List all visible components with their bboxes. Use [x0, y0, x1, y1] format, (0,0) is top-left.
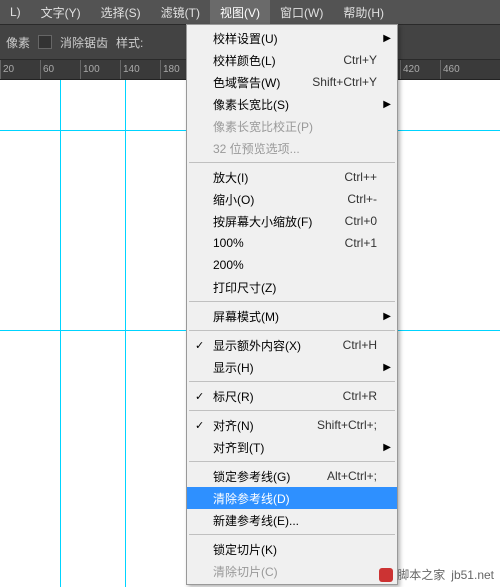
ruler-tick: 60: [40, 60, 80, 79]
menu-item-shortcut: Ctrl+1: [345, 236, 377, 250]
menu-item-label: 缩小(O): [213, 191, 347, 208]
menu-item-label: 显示(H): [213, 359, 377, 376]
menu-item-shortcut: Ctrl+0: [345, 214, 377, 228]
menu-item[interactable]: 200%: [187, 254, 397, 276]
menu-item-shortcut: Shift+Ctrl+Y: [312, 75, 377, 89]
menu-item-label: 标尺(R): [213, 388, 343, 405]
submenu-arrow-icon: ▶: [383, 362, 391, 373]
vertical-guide[interactable]: [60, 80, 61, 587]
ruler-tick: 140: [120, 60, 160, 79]
menu-item-label: 锁定切片(K): [213, 541, 377, 558]
ruler-tick: 20: [0, 60, 40, 79]
menu-separator: [189, 162, 395, 163]
menu-item[interactable]: 校样设置(U) ▶: [187, 27, 397, 49]
menu-item[interactable]: 100%Ctrl+1: [187, 232, 397, 254]
check-icon: ✓: [195, 390, 204, 403]
menu-item-label: 色域警告(W): [213, 74, 312, 91]
menubar-item[interactable]: 选择(S): [91, 0, 151, 25]
submenu-arrow-icon: ▶: [383, 442, 391, 453]
menubar-item[interactable]: 帮助(H): [333, 0, 394, 25]
antialias-checkbox[interactable]: [38, 35, 52, 49]
menu-separator: [189, 534, 395, 535]
check-icon: ✓: [195, 419, 204, 432]
menu-item-label: 显示额外内容(X): [213, 337, 343, 354]
menu-item[interactable]: ✓ 标尺(R)Ctrl+R: [187, 385, 397, 407]
watermark-logo-icon: [379, 568, 393, 582]
menu-item-shortcut: Shift+Ctrl+;: [317, 418, 377, 432]
menubar: L)文字(Y)选择(S)滤镜(T)视图(V)窗口(W)帮助(H): [0, 0, 500, 24]
watermark: 脚本之家 jb51.net: [379, 566, 494, 583]
menubar-item[interactable]: 滤镜(T): [151, 0, 210, 25]
menu-item-shortcut: Alt+Ctrl+;: [327, 469, 377, 483]
menu-separator: [189, 301, 395, 302]
menu-item-label: 新建参考线(E)...: [213, 512, 377, 529]
menu-item: 清除切片(C): [187, 560, 397, 582]
menubar-item[interactable]: 窗口(W): [270, 0, 333, 25]
ruler-tick: 100: [80, 60, 120, 79]
menu-item: 像素长宽比校正(P): [187, 115, 397, 137]
menu-item[interactable]: ✓ 对齐(N)Shift+Ctrl+;: [187, 414, 397, 436]
menu-item[interactable]: 缩小(O)Ctrl+-: [187, 188, 397, 210]
menu-item[interactable]: ✓ 显示额外内容(X)Ctrl+H: [187, 334, 397, 356]
menu-item-shortcut: Ctrl+-: [347, 192, 377, 206]
menu-item: 32 位预览选项...: [187, 137, 397, 159]
menubar-item[interactable]: 文字(Y): [31, 0, 91, 25]
menu-separator: [189, 381, 395, 382]
menu-item-shortcut: Ctrl+Y: [343, 53, 377, 67]
menu-item[interactable]: 按屏幕大小缩放(F)Ctrl+0: [187, 210, 397, 232]
menubar-item[interactable]: 视图(V): [210, 0, 270, 25]
menu-item[interactable]: 锁定切片(K): [187, 538, 397, 560]
submenu-arrow-icon: ▶: [383, 33, 391, 44]
watermark-url: jb51.net: [451, 568, 494, 582]
menu-item[interactable]: 色域警告(W)Shift+Ctrl+Y: [187, 71, 397, 93]
menu-item-shortcut: Ctrl+R: [343, 389, 377, 403]
menu-item-label: 像素长宽比校正(P): [213, 118, 377, 135]
menu-separator: [189, 330, 395, 331]
submenu-arrow-icon: ▶: [383, 311, 391, 322]
menu-item-label: 200%: [213, 258, 377, 272]
menu-item-label: 100%: [213, 236, 345, 250]
menu-item-label: 放大(I): [213, 169, 344, 186]
menubar-item[interactable]: L): [0, 1, 31, 23]
menu-item-label: 打印尺寸(Z): [213, 279, 377, 296]
menu-item-label: 清除参考线(D): [213, 490, 377, 507]
menu-item-label: 校样颜色(L): [213, 52, 343, 69]
menu-item[interactable]: 新建参考线(E)...: [187, 509, 397, 531]
menu-item[interactable]: 清除参考线(D): [187, 487, 397, 509]
menu-item[interactable]: 放大(I)Ctrl++: [187, 166, 397, 188]
menu-item-label: 屏幕模式(M): [213, 308, 377, 325]
menu-item-label: 对齐到(T): [213, 439, 377, 456]
menu-separator: [189, 461, 395, 462]
menu-item[interactable]: 打印尺寸(Z): [187, 276, 397, 298]
vertical-guide[interactable]: [125, 80, 126, 587]
ruler-tick: 460: [440, 60, 480, 79]
menu-item[interactable]: 显示(H) ▶: [187, 356, 397, 378]
view-menu-dropdown: 校样设置(U)▶校样颜色(L)Ctrl+Y色域警告(W)Shift+Ctrl+Y…: [186, 24, 398, 585]
check-icon: ✓: [195, 339, 204, 352]
menu-item[interactable]: 锁定参考线(G)Alt+Ctrl+;: [187, 465, 397, 487]
unit-label: 像素: [6, 34, 30, 51]
menu-item-label: 按屏幕大小缩放(F): [213, 213, 345, 230]
menu-separator: [189, 410, 395, 411]
menu-item-label: 校样设置(U): [213, 30, 377, 47]
menu-item-label: 清除切片(C): [213, 563, 377, 580]
menu-item[interactable]: 对齐到(T) ▶: [187, 436, 397, 458]
menu-item-label: 像素长宽比(S): [213, 96, 377, 113]
menu-item-label: 对齐(N): [213, 417, 317, 434]
ruler-tick: 420: [400, 60, 440, 79]
style-label: 样式:: [116, 34, 143, 51]
menu-item[interactable]: 校样颜色(L)Ctrl+Y: [187, 49, 397, 71]
menu-item-label: 32 位预览选项...: [213, 140, 377, 157]
menu-item[interactable]: 像素长宽比(S) ▶: [187, 93, 397, 115]
menu-item-shortcut: Ctrl+H: [343, 338, 377, 352]
watermark-text: 脚本之家: [397, 566, 445, 583]
antialias-label: 消除锯齿: [60, 34, 108, 51]
menu-item-shortcut: Ctrl++: [344, 170, 377, 184]
menu-item[interactable]: 屏幕模式(M) ▶: [187, 305, 397, 327]
submenu-arrow-icon: ▶: [383, 99, 391, 110]
menu-item-label: 锁定参考线(G): [213, 468, 327, 485]
